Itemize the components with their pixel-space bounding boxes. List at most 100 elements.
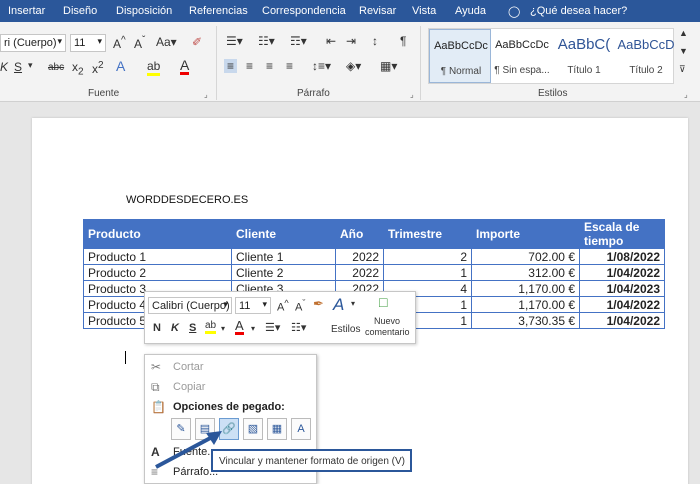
styles-icon[interactable]: A [333,295,344,315]
gallery-more-icon[interactable]: ⊽ [679,64,686,75]
style-normal[interactable]: AaBbCcDc ¶ Normal [429,29,491,83]
scissors-icon: ✂ [151,360,162,374]
gallery-up-icon[interactable]: ▲ [679,28,688,38]
mini-font-size-combo[interactable]: 11 ▾ [235,297,271,314]
table-cell[interactable]: 1/04/2022 [579,264,665,281]
mini-toolbar: Calibri (Cuerpo) ▾ 11 ▾ A^ Aˇ ✒ A ▾ Estilo… [144,291,416,344]
menu-referencias[interactable]: Referencias [189,5,248,17]
chevron-down-icon[interactable]: ▾ [221,324,225,333]
shrink-font-icon[interactable]: Aˇ [295,298,305,314]
table-cell[interactable]: 1,170.00 € [471,296,580,313]
chevron-down-icon: ▾ [223,299,228,309]
chevron-down-icon: ▾ [97,36,102,46]
divider [216,26,217,100]
multilevel-list-icon[interactable]: ☶▾ [290,34,307,48]
font-name-combo[interactable]: ri (Cuerpo) ▾ [0,34,66,52]
new-comment-label-1: Nuevo [374,316,401,326]
paste-text-only-icon[interactable]: A [291,418,311,440]
chevron-down-icon[interactable]: ▾ [251,324,255,333]
style-no-spacing[interactable]: AaBbCcDc ¶ Sin espa... [491,29,553,83]
dialog-launcher-icon[interactable]: ⌟ [410,90,414,99]
menu-correspondencia[interactable]: Correspondencia [262,5,346,17]
table-cell[interactable]: 2022 [335,248,384,265]
table-cell[interactable]: 1/08/2022 [579,248,665,265]
subscript-icon[interactable]: x2 [72,60,84,77]
italic-icon[interactable]: K [0,60,8,74]
justify-icon[interactable]: ≡ [286,59,293,73]
shading-icon[interactable]: ◈▾ [346,59,361,73]
font-color-icon[interactable]: A [180,58,190,75]
align-center-icon[interactable]: ≡ [246,59,253,73]
table-cell[interactable]: 702.00 € [471,248,580,265]
dialog-launcher-icon[interactable]: ⌟ [204,90,208,99]
table-cell[interactable]: Cliente 2 [231,264,336,281]
new-comment-icon[interactable]: □ [379,294,387,310]
text-effects-icon[interactable]: A [116,58,125,74]
paste-picture-icon[interactable]: ▦ [267,418,287,440]
table-cell[interactable]: 1,170.00 € [471,280,580,297]
menu-item-copy[interactable]: ⧉ Copiar [145,378,316,397]
format-painter-icon[interactable]: ✒ [313,296,324,312]
decrease-indent-icon[interactable]: ⇤ [326,34,336,48]
table-cell[interactable]: 2022 [335,264,384,281]
underline-icon[interactable]: S [14,60,22,74]
gallery-down-icon[interactable]: ▼ [679,46,688,56]
menu-diseno[interactable]: Diseño [63,5,97,17]
table-cell[interactable]: 3,730.35 € [471,312,580,329]
tell-me-search[interactable]: ¿Qué desea hacer? [530,5,627,17]
dialog-launcher-icon[interactable]: ⌟ [684,90,688,99]
font-size-combo[interactable]: 11 ▾ [70,34,106,52]
superscript-icon[interactable]: x2 [92,60,104,76]
align-left-icon[interactable]: ≡ [224,59,238,73]
align-right-icon[interactable]: ≡ [266,59,273,73]
chevron-down-icon[interactable]: ▾ [351,299,355,308]
line-spacing-icon[interactable]: ↕≡▾ [312,59,331,73]
style-heading-1[interactable]: AaBbC( Título 1 [553,29,615,83]
table-cell[interactable]: 312.00 € [471,264,580,281]
change-case-icon[interactable]: Aa▾ [156,35,177,49]
table-cell[interactable]: Producto 2 [83,264,232,281]
table-cell[interactable]: Cliente 1 [231,248,336,265]
highlight-icon[interactable]: ab [205,320,217,334]
highlight-icon[interactable]: ab [147,59,161,76]
new-comment-label-2: comentario [365,327,410,337]
bold-icon[interactable]: N [153,322,161,334]
italic-icon[interactable]: K [171,322,179,334]
grow-font-icon[interactable]: A^ [277,298,289,314]
borders-icon[interactable]: ▦▾ [380,59,397,73]
menu-vista[interactable]: Vista [412,5,436,17]
table-cell[interactable]: 1/04/2022 [579,296,665,313]
shrink-font-icon[interactable]: Aˇ [134,35,145,51]
group-label-paragraph: Párrafo [297,88,330,99]
mini-font-name-combo[interactable]: Calibri (Cuerpo) ▾ [148,297,232,314]
strikethrough-icon[interactable]: abc [48,62,64,73]
bullets-icon[interactable]: ☰▾ [265,321,280,334]
pilcrow-icon[interactable]: ¶ [400,34,406,48]
lightbulb-icon: ◯ [508,6,521,18]
table-cell[interactable]: 1 [383,264,472,281]
table-cell[interactable]: 2 [383,248,472,265]
menu-insertar[interactable]: Insertar [8,5,45,17]
underline-icon[interactable]: S [189,322,196,334]
menu-ayuda[interactable]: Ayuda [455,5,486,17]
table-cell[interactable]: 1/04/2023 [579,280,665,297]
increase-indent-icon[interactable]: ⇥ [346,34,356,48]
sort-icon[interactable]: ↕ [372,34,378,48]
paste-link-merge-icon[interactable]: ▧ [243,418,263,440]
menu-disposicion[interactable]: Disposición [116,5,172,17]
table-cell[interactable]: 1/04/2022 [579,312,665,329]
font-color-icon[interactable]: A [235,319,244,335]
style-heading-2[interactable]: AaBbCcD Título 2 [615,29,674,83]
table-cell[interactable]: Producto 1 [83,248,232,265]
menu-revisar[interactable]: Revisar [359,5,396,17]
style-name: ¶ Sin espa... [494,65,550,76]
numbering-icon[interactable]: ☷▾ [291,321,306,334]
clear-format-icon[interactable]: ✐ [192,35,202,49]
mini-font-size-value: 11 [239,300,251,312]
numbering-icon[interactable]: ☷▾ [258,34,275,48]
bullets-icon[interactable]: ☰▾ [226,34,243,48]
grow-font-icon[interactable]: A^ [113,35,126,51]
menu-item-cut[interactable]: ✂ Cortar [145,358,316,377]
style-preview: AaBbCcDc [434,40,488,52]
chevron-down-icon[interactable]: ▾ [28,60,33,71]
